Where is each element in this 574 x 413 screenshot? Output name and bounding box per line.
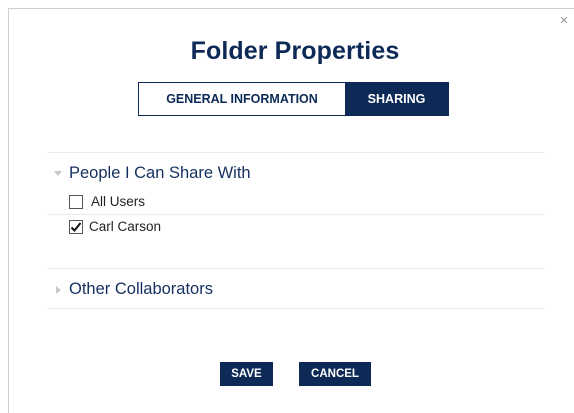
section-title: People I Can Share With bbox=[69, 164, 251, 182]
share-option-carl-carson[interactable]: Carl Carson bbox=[69, 219, 161, 234]
divider bbox=[47, 268, 545, 269]
tab-general-information[interactable]: GENERAL INFORMATION bbox=[139, 83, 345, 115]
tab-sharing[interactable]: SHARING bbox=[345, 83, 448, 115]
divider bbox=[47, 214, 545, 215]
close-icon[interactable]: × bbox=[557, 13, 571, 28]
tab-bar: GENERAL INFORMATION SHARING bbox=[138, 82, 449, 116]
sharing-panel: People I Can Share With All Users Carl C… bbox=[47, 152, 545, 309]
caret-down-icon bbox=[47, 170, 69, 178]
checkmark-icon bbox=[70, 221, 82, 232]
dialog-title: Folder Properties bbox=[190, 37, 400, 65]
cancel-button[interactable]: CANCEL bbox=[299, 362, 371, 386]
checkbox-carl-carson[interactable] bbox=[69, 219, 83, 234]
section-title: Other Collaborators bbox=[69, 280, 213, 298]
section-people-i-can-share-with[interactable]: People I Can Share With bbox=[47, 164, 251, 183]
checkbox-all-users[interactable] bbox=[69, 194, 83, 209]
share-option-label: Carl Carson bbox=[89, 219, 162, 234]
section-other-collaborators[interactable]: Other Collaborators bbox=[47, 280, 213, 299]
caret-right-icon bbox=[47, 285, 69, 295]
share-option-label: All Users bbox=[91, 194, 146, 209]
share-option-all-users[interactable]: All Users bbox=[69, 194, 145, 209]
save-button[interactable]: SAVE bbox=[220, 362, 273, 386]
